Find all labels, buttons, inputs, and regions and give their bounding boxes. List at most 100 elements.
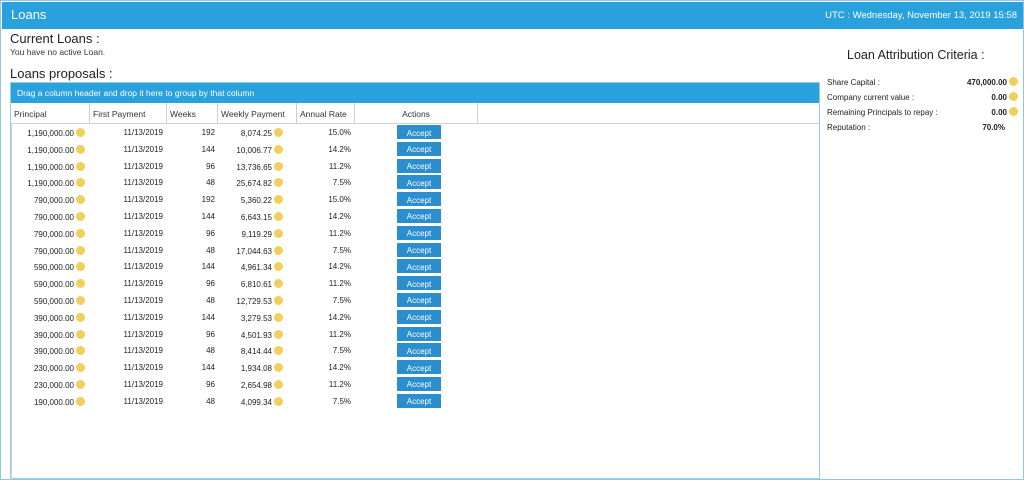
principal-cell-text: 190,000.00	[33, 397, 74, 407]
weekly-payment-cell-text: 13,736.65	[236, 162, 272, 172]
accept-button[interactable]: Accept	[397, 376, 441, 391]
table-row: 190,000.00 11/13/2019 48 4,099.34 7.5% Accept	[11, 393, 819, 410]
column-header-weeks[interactable]: Weeks	[167, 103, 218, 123]
accept-button[interactable]: Accept	[397, 208, 441, 223]
principal-cell-text: 790,000.00	[33, 196, 74, 206]
first-payment-cell: 11/13/2019	[124, 296, 163, 305]
first-payment-cell: 11/13/2019	[124, 162, 163, 171]
coin-icon	[76, 178, 85, 188]
weekly-payment-cell-text: 5,360.22	[240, 196, 272, 206]
coin-icon	[76, 329, 85, 339]
weeks-cell: 144	[202, 313, 215, 322]
weeks-cell-text: 192	[201, 195, 215, 205]
annual-rate-cell-text: 7.5%	[332, 178, 351, 188]
loans-proposals-heading: Loans proposals :	[10, 66, 113, 81]
accept-button[interactable]: Accept	[397, 276, 441, 291]
weekly-payment-cell: 8,074.25	[241, 128, 283, 138]
weeks-cell: 144	[202, 363, 215, 372]
coin-icon	[76, 161, 85, 171]
weeks-cell-text: 96	[206, 329, 215, 339]
coin-icon	[274, 144, 283, 154]
annual-rate-cell: 15.0%	[328, 128, 351, 137]
accept-button[interactable]: Accept	[397, 326, 441, 341]
principal-cell: 1,190,000.00	[27, 178, 85, 188]
first-payment-cell: 11/13/2019	[124, 178, 163, 187]
weeks-cell-text: 48	[206, 178, 215, 188]
accept-button[interactable]: Accept	[397, 309, 441, 324]
annual-rate-cell: 7.5%	[333, 246, 351, 255]
weeks-cell-text: 144	[201, 312, 215, 322]
weekly-payment-cell-text: 4,099.34	[240, 397, 272, 407]
annual-rate-cell-text: 7.5%	[332, 396, 351, 406]
principal-cell: 790,000.00	[34, 228, 85, 239]
accept-button[interactable]: Accept	[397, 141, 441, 156]
principal-cell-text: 790,000.00	[33, 212, 74, 222]
annual-rate-cell-text: 15.0%	[328, 128, 351, 137]
weekly-payment-cell-text: 4,501.93	[240, 330, 272, 340]
first-payment-cell-text: 11/13/2019	[123, 279, 163, 289]
annual-rate-cell: 11.2%	[329, 380, 351, 389]
accept-button[interactable]: Accept	[397, 292, 441, 307]
criteria-row: Remaining Principals to repay : 0.00	[827, 106, 1019, 120]
criteria-label: Share Capital :	[827, 78, 880, 87]
first-payment-cell-text: 11/13/2019	[123, 363, 163, 373]
weekly-payment-cell-text: 10,006.77	[236, 145, 272, 155]
first-payment-cell-text: 11/13/2019	[123, 245, 163, 255]
weekly-payment-cell-text: 8,414.44	[240, 347, 272, 357]
accept-button[interactable]: Accept	[397, 259, 441, 274]
weekly-payment-cell: 9,119.29	[241, 228, 283, 239]
utc-clock: UTC : Wednesday, November 13, 2019 15:58	[825, 10, 1017, 21]
column-header-first-payment[interactable]: First Payment	[90, 103, 167, 123]
table-row: 390,000.00 11/13/2019 144 3,279.53 14.2% Acce…	[11, 309, 819, 326]
accept-button[interactable]: Accept	[397, 192, 441, 207]
coin-icon	[76, 295, 85, 305]
principal-cell-text: 1,190,000.00	[27, 162, 74, 172]
accept-button[interactable]: Accept	[397, 242, 441, 257]
coin-icon	[76, 228, 85, 238]
weekly-payment-cell-text: 6,643.15	[240, 212, 272, 222]
accept-button[interactable]: Accept	[397, 158, 441, 173]
first-payment-cell: 11/13/2019	[124, 330, 163, 339]
current-loans-heading: Current Loans :	[10, 31, 100, 46]
column-header-actions: Actions	[355, 103, 478, 123]
first-payment-cell-text: 11/13/2019	[123, 295, 163, 305]
table-row: 590,000.00 11/13/2019 144 4,961.34 14.2% Acce…	[11, 258, 819, 275]
weekly-payment-cell: 10,006.77	[236, 144, 283, 155]
weekly-payment-cell-text: 12,729.53	[236, 296, 272, 306]
weeks-cell: 192	[202, 195, 215, 204]
weekly-payment-cell: 13,736.65	[236, 161, 283, 172]
annual-rate-cell: 14.2%	[328, 212, 351, 221]
principal-cell-text: 590,000.00	[33, 280, 74, 290]
weekly-payment-cell: 17,044.63	[236, 245, 283, 256]
accept-button[interactable]: Accept	[397, 125, 441, 139]
accept-button[interactable]: Accept	[397, 343, 441, 358]
weekly-payment-cell: 1,934.08	[241, 363, 283, 373]
first-payment-cell-text: 11/13/2019	[123, 195, 163, 205]
column-header-annual-rate[interactable]: Annual Rate	[297, 103, 355, 123]
column-header-principal[interactable]: Principal	[11, 103, 90, 123]
group-by-drop-zone[interactable]: Drag a column header and drop it here to…	[11, 83, 819, 103]
weekly-payment-cell: 4,099.34	[240, 396, 283, 407]
criteria-value: 0.00	[991, 108, 1007, 117]
principal-cell: 790,000.00	[34, 195, 85, 205]
accept-button[interactable]: Accept	[397, 175, 441, 190]
no-active-loan-message: You have no active Loan.	[10, 47, 106, 57]
criteria-label: Reputation :	[827, 123, 871, 132]
weekly-payment-cell-text: 6,810.61	[240, 280, 272, 290]
column-header-weekly-payment[interactable]: Weekly Payment	[218, 103, 297, 123]
principal-cell: 590,000.00	[34, 262, 85, 272]
accept-button[interactable]: Accept	[397, 225, 441, 240]
coin-icon	[274, 396, 283, 406]
principal-cell: 590,000.00	[34, 295, 85, 306]
proposals-grid: Drag a column header and drop it here to…	[10, 82, 820, 480]
weeks-cell: 144	[202, 262, 215, 271]
annual-rate-cell: 11.2%	[329, 229, 351, 238]
principal-cell-text: 230,000.00	[33, 380, 74, 390]
coin-icon	[274, 295, 283, 305]
accept-button[interactable]: Accept	[397, 393, 441, 408]
coin-icon	[274, 346, 283, 356]
title-bar: Loans UTC : Wednesday, November 13, 2019…	[2, 2, 1023, 29]
principal-cell-text: 390,000.00	[33, 313, 74, 323]
annual-rate-cell: 14.2%	[328, 262, 351, 271]
accept-button[interactable]: Accept	[397, 360, 441, 375]
